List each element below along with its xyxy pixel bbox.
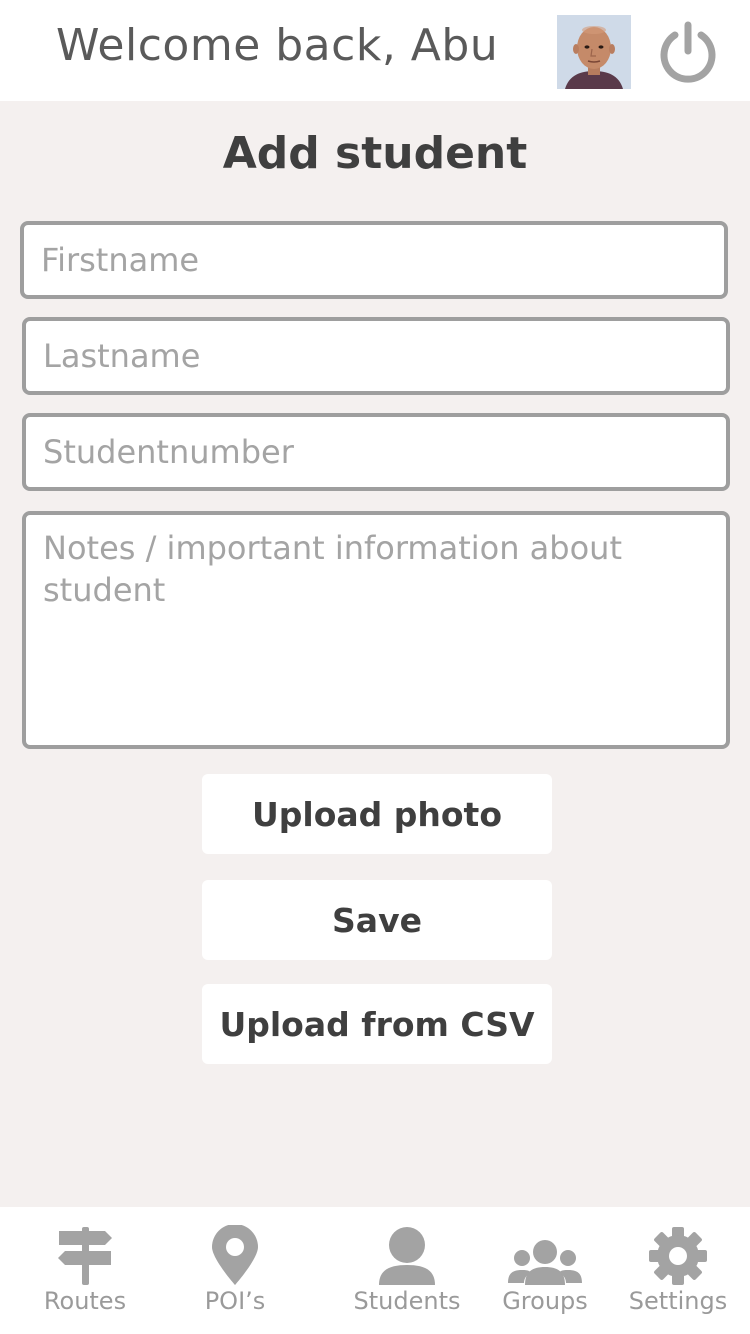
- notes-textarea[interactable]: [22, 511, 730, 749]
- nav-label-students: Students: [353, 1287, 461, 1315]
- avatar[interactable]: [557, 15, 631, 89]
- save-button[interactable]: Save: [202, 880, 552, 960]
- upload-photo-button[interactable]: Upload photo: [202, 774, 552, 854]
- power-button[interactable]: [656, 20, 720, 84]
- welcome-message: Welcome back, Abu: [56, 20, 499, 71]
- nav-item-pois[interactable]: POI’s: [160, 1207, 310, 1334]
- bottom-navigation: Routes POI’s Students Groups Settings: [0, 1207, 750, 1334]
- upload-csv-button[interactable]: Upload from CSV: [202, 984, 552, 1064]
- nav-label-pois: POI’s: [204, 1287, 266, 1315]
- nav-label-settings: Settings: [628, 1287, 728, 1315]
- user-photo: [557, 15, 631, 89]
- nav-item-routes[interactable]: Routes: [10, 1207, 160, 1334]
- nav-label-groups: Groups: [502, 1287, 588, 1315]
- firstname-input[interactable]: [20, 221, 728, 299]
- nav-item-settings[interactable]: Settings: [603, 1207, 750, 1334]
- group-icon: [508, 1240, 582, 1285]
- lastname-input[interactable]: [22, 317, 730, 395]
- nav-item-students[interactable]: Students: [332, 1207, 482, 1334]
- person-icon: [379, 1227, 435, 1285]
- signpost-icon: [58, 1227, 112, 1285]
- studentnumber-input[interactable]: [22, 413, 730, 491]
- page-title: Add student: [222, 128, 528, 179]
- nav-label-routes: Routes: [43, 1287, 127, 1315]
- nav-item-groups[interactable]: Groups: [470, 1207, 620, 1334]
- gear-icon: [649, 1227, 707, 1285]
- top-bar: Welcome back, Abu: [0, 0, 750, 101]
- map-pin-icon: [212, 1225, 258, 1285]
- power-icon: [660, 21, 716, 83]
